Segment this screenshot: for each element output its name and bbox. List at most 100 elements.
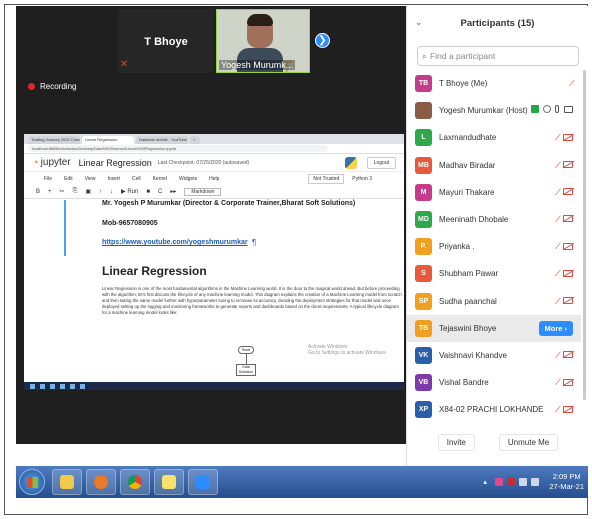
taskbar-zoom[interactable]	[188, 469, 218, 495]
participant-status: ∕	[553, 350, 573, 360]
network-icon[interactable]	[519, 478, 528, 486]
python-logo-icon	[344, 156, 357, 169]
menu-cell[interactable]: Cell	[132, 176, 141, 182]
menu-edit[interactable]: Edit	[64, 176, 73, 182]
paste-icon[interactable]: ▣	[85, 188, 91, 195]
participant-row[interactable]: TB Tejaswini Bhoye More ›	[407, 314, 581, 342]
clock[interactable]: 2:09 PM 27-Mar-21	[549, 472, 584, 492]
browser-tab[interactable]: Datasets mobile - YouTube View	[136, 136, 188, 144]
windows-start-icon[interactable]	[19, 469, 45, 495]
save-icon[interactable]: B	[36, 189, 40, 195]
cut-icon[interactable]: ✂	[60, 188, 65, 195]
url-field[interactable]: localhost:8888/notebooks/Desktop/Data%20…	[28, 145, 328, 152]
move-down-icon[interactable]: ↓	[110, 189, 113, 195]
flow-arrow	[246, 354, 247, 364]
new-tab-button[interactable]: +	[190, 136, 200, 144]
menu-file[interactable]: File	[44, 176, 52, 182]
participant-row[interactable]: VK Vaishnavi Khandve ∕	[407, 342, 581, 369]
video-off-icon[interactable]	[563, 161, 573, 169]
next-page-chevron-icon[interactable]: ❯	[315, 33, 330, 48]
avatar-photo	[415, 102, 432, 120]
tray-app-icon[interactable]	[495, 478, 504, 486]
mic-muted-icon[interactable]: ∕	[557, 377, 559, 387]
menu-view[interactable]: View	[85, 176, 96, 182]
participant-row[interactable]: XP X84-02 PRACHI LOKHANDE ∕	[407, 396, 581, 423]
volume-icon[interactable]	[531, 478, 540, 486]
zoom-camera-icon	[196, 475, 210, 489]
participant-row[interactable]: TB T Bhoye (Me) ∕	[407, 70, 581, 97]
mic-muted-icon[interactable]: ∕	[557, 404, 559, 414]
mic-muted-icon[interactable]: ∕	[557, 160, 559, 170]
run-button[interactable]: ▶ Run	[121, 188, 138, 195]
app-icon	[70, 383, 75, 389]
mic-muted-icon[interactable]: ∕	[557, 296, 559, 306]
participant-row[interactable]: S Shubham Pawar ∕	[407, 260, 581, 287]
video-tile-t-bhoye[interactable]: T Bhoye ✕	[118, 9, 214, 73]
search-input[interactable]	[430, 51, 571, 61]
notebook-title[interactable]: Linear Regression	[79, 158, 152, 168]
video-off-icon[interactable]	[563, 188, 573, 196]
participant-row[interactable]: M Mayuri Thakare ∕	[407, 179, 581, 206]
taskbar-app[interactable]	[154, 469, 184, 495]
jupyter-menubar: File Edit View Insert Cell Kernel Widget…	[24, 172, 404, 185]
mic-muted-icon[interactable]: ∕	[557, 241, 559, 251]
restart-icon[interactable]: C	[158, 189, 162, 195]
folder-icon	[60, 475, 74, 489]
avatar: P.	[415, 238, 432, 256]
video-off-icon[interactable]	[563, 269, 573, 277]
video-off-icon[interactable]	[563, 378, 573, 386]
fast-forward-icon[interactable]: ▸▸	[170, 188, 176, 195]
participant-row[interactable]: Yogesh Murumkar (Host)	[407, 97, 581, 124]
logout-button[interactable]: Logout	[366, 156, 396, 169]
video-off-icon[interactable]	[563, 242, 573, 250]
participant-name: Yogesh Murumkar (Host)	[439, 106, 528, 116]
more-button[interactable]: More ›	[538, 320, 573, 336]
participant-row[interactable]: MD Meeninath Dhobale ∕	[407, 206, 581, 233]
mic-muted-icon[interactable]: ∕	[557, 132, 559, 142]
browser-tab[interactable]: Trading Journey 2022 Checklist	[28, 136, 80, 144]
mic-muted-icon[interactable]: ∕	[557, 350, 559, 360]
taskbar-explorer[interactable]	[52, 469, 82, 495]
video-off-icon[interactable]	[563, 297, 573, 304]
participant-name: Mayuri Thakare	[439, 187, 495, 197]
participants-footer: Invite Unmute Me	[407, 430, 589, 454]
tray-up-arrow-icon[interactable]: ▴	[483, 478, 491, 486]
chevron-down-icon[interactable]: ⌄	[415, 17, 423, 28]
mic-icon[interactable]	[555, 105, 559, 114]
video-camera-icon[interactable]	[564, 105, 573, 113]
participant-row[interactable]: L Laxmandudhate ∕	[407, 124, 581, 151]
copy-icon[interactable]: ⎘	[73, 188, 78, 195]
pilcrow-anchor-icon[interactable]: ¶	[252, 238, 256, 247]
media-player-icon	[94, 475, 108, 489]
not-trusted-badge[interactable]: Not Trusted	[308, 173, 345, 184]
taskbar-media[interactable]	[86, 469, 116, 495]
video-off-icon[interactable]	[563, 215, 573, 223]
stop-icon[interactable]: ■	[146, 189, 150, 195]
menu-insert[interactable]: Insert	[107, 176, 120, 182]
scrollbar[interactable]	[583, 70, 586, 400]
video-off-icon[interactable]	[563, 351, 573, 359]
video-off-icon[interactable]	[563, 405, 573, 413]
video-off-icon[interactable]	[563, 133, 573, 141]
menu-kernel[interactable]: Kernel	[153, 176, 167, 182]
youtube-link[interactable]: https://www.youtube.com/yogeshmurumkar	[102, 239, 248, 246]
mic-muted-icon[interactable]: ∕	[571, 78, 573, 88]
menu-help[interactable]: Help	[209, 176, 219, 182]
add-cell-icon[interactable]: +	[48, 189, 52, 195]
cell-type-select[interactable]: Markdown	[184, 187, 222, 196]
move-up-icon[interactable]: ↑	[99, 189, 102, 195]
participant-row[interactable]: SP Sudha paanchal ∕	[407, 288, 581, 315]
mic-muted-icon[interactable]: ∕	[557, 214, 559, 224]
tray-flag-icon[interactable]	[507, 478, 516, 486]
invite-button[interactable]: Invite	[437, 433, 475, 451]
mic-muted-icon[interactable]: ∕	[557, 187, 559, 197]
menu-widgets[interactable]: Widgets	[179, 176, 197, 182]
participant-row[interactable]: VB Vishal Bandre ∕	[407, 369, 581, 396]
taskbar-chrome[interactable]	[120, 469, 150, 495]
participant-row[interactable]: P. Priyanka . ∕	[407, 233, 581, 260]
unmute-me-button[interactable]: Unmute Me	[498, 433, 559, 451]
video-tile-host[interactable]: B RAT Yogesh Murumk...	[216, 9, 310, 73]
browser-tab-active[interactable]: Linear Regression	[82, 136, 134, 144]
mic-muted-icon[interactable]: ∕	[557, 268, 559, 278]
participant-row[interactable]: MB Madhav Biradar ∕	[407, 152, 581, 179]
